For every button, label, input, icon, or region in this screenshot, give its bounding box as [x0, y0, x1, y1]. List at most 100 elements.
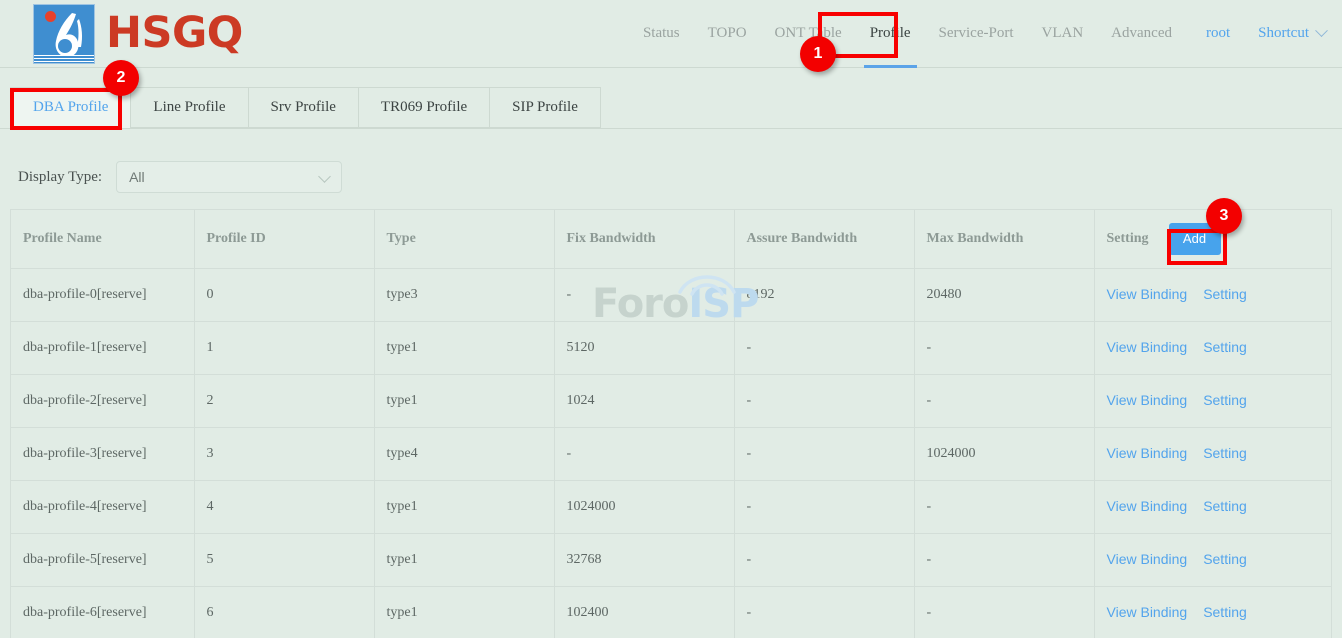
cell-fix-bandwidth: -	[554, 268, 734, 321]
setting-link[interactable]: Setting	[1203, 498, 1247, 514]
nav-item-ont-table[interactable]: ONT Table	[775, 0, 842, 68]
cell-assure-bandwidth: -	[734, 321, 914, 374]
cell-fix-bandwidth: 5120	[554, 321, 734, 374]
cell-fix-bandwidth: 102400	[554, 586, 734, 638]
dba-profile-table: Profile Name Profile ID Type Fix Bandwid…	[11, 210, 1331, 638]
view-binding-link[interactable]: View Binding	[1107, 339, 1188, 355]
cell-fix-bandwidth: 1024000	[554, 480, 734, 533]
cell-actions: View Binding Setting	[1094, 533, 1331, 586]
cell-actions: View Binding Setting	[1094, 427, 1331, 480]
view-binding-link[interactable]: View Binding	[1107, 604, 1188, 620]
cell-type: type1	[374, 321, 554, 374]
view-binding-link[interactable]: View Binding	[1107, 445, 1188, 461]
table-body: dba-profile-0[reserve]0type3-819220480Vi…	[11, 268, 1331, 638]
table-row: dba-profile-1[reserve]1type15120--View B…	[11, 321, 1331, 374]
cell-actions: View Binding Setting	[1094, 321, 1331, 374]
display-type-label: Display Type:	[18, 169, 102, 186]
cell-profile-id: 1	[194, 321, 374, 374]
cell-max-bandwidth: -	[914, 321, 1094, 374]
setting-link[interactable]: Setting	[1203, 339, 1247, 355]
brand[interactable]: HSGQ	[33, 4, 243, 64]
table-row: dba-profile-5[reserve]5type132768--View …	[11, 533, 1331, 586]
cell-max-bandwidth: 20480	[914, 268, 1094, 321]
sub-tab-dba-profile[interactable]: DBA Profile	[10, 87, 130, 128]
col-header-setting-label: Setting	[1107, 231, 1149, 247]
nav-item-service-port[interactable]: Service-Port	[939, 0, 1014, 68]
cell-assure-bandwidth: -	[734, 480, 914, 533]
display-type-select[interactable]: All	[116, 161, 342, 193]
cell-type: type1	[374, 586, 554, 638]
cell-profile-name: dba-profile-1[reserve]	[11, 321, 194, 374]
cell-assure-bandwidth: -	[734, 533, 914, 586]
nav-item-advanced[interactable]: Advanced	[1111, 0, 1172, 68]
table-row: dba-profile-4[reserve]4type11024000--Vie…	[11, 480, 1331, 533]
cell-assure-bandwidth: -	[734, 586, 914, 638]
cell-max-bandwidth: -	[914, 480, 1094, 533]
cell-assure-bandwidth: -	[734, 374, 914, 427]
col-header-max-bandwidth: Max Bandwidth	[914, 210, 1094, 268]
nav-item-topo[interactable]: TOPO	[708, 0, 747, 68]
nav-shortcut-menu[interactable]: Shortcut	[1258, 0, 1326, 68]
cell-fix-bandwidth: 32768	[554, 533, 734, 586]
nav-item-vlan[interactable]: VLAN	[1042, 0, 1084, 68]
sub-tab-line-profile[interactable]: Line Profile	[130, 87, 247, 128]
cell-profile-name: dba-profile-4[reserve]	[11, 480, 194, 533]
cell-actions: View Binding Setting	[1094, 268, 1331, 321]
col-header-setting: Setting Add	[1094, 210, 1331, 268]
cell-profile-id: 2	[194, 374, 374, 427]
cell-max-bandwidth: 1024000	[914, 427, 1094, 480]
col-header-profile-id: Profile ID	[194, 210, 374, 268]
nav-user-root[interactable]: root	[1206, 0, 1230, 68]
filter-row: Display Type: All	[0, 129, 1342, 201]
view-binding-link[interactable]: View Binding	[1107, 551, 1188, 567]
cell-type: type1	[374, 533, 554, 586]
col-header-assure-bandwidth: Assure Bandwidth	[734, 210, 914, 268]
cell-profile-id: 0	[194, 268, 374, 321]
nav-item-profile[interactable]: Profile	[870, 0, 911, 68]
table-header: Profile Name Profile ID Type Fix Bandwid…	[11, 210, 1331, 268]
table-row: dba-profile-3[reserve]3type4--1024000Vie…	[11, 427, 1331, 480]
col-header-type: Type	[374, 210, 554, 268]
table-row: dba-profile-2[reserve]2type11024--View B…	[11, 374, 1331, 427]
sub-tab-srv-profile[interactable]: Srv Profile	[248, 87, 358, 128]
cell-profile-id: 3	[194, 427, 374, 480]
view-binding-link[interactable]: View Binding	[1107, 498, 1188, 514]
setting-link[interactable]: Setting	[1203, 445, 1247, 461]
add-button[interactable]: Add	[1169, 223, 1221, 255]
brand-name: HSGQ	[106, 12, 243, 55]
col-header-profile-name: Profile Name	[11, 210, 194, 268]
view-binding-link[interactable]: View Binding	[1107, 286, 1188, 302]
cell-profile-name: dba-profile-0[reserve]	[11, 268, 194, 321]
setting-link[interactable]: Setting	[1203, 604, 1247, 620]
cell-fix-bandwidth: 1024	[554, 374, 734, 427]
cell-fix-bandwidth: -	[554, 427, 734, 480]
cell-actions: View Binding Setting	[1094, 586, 1331, 638]
cell-profile-id: 4	[194, 480, 374, 533]
cell-type: type1	[374, 480, 554, 533]
logo-dot-icon	[45, 11, 56, 22]
nav-item-status[interactable]: Status	[643, 0, 680, 68]
hsgq-logo-icon	[33, 4, 95, 64]
cell-actions: View Binding Setting	[1094, 480, 1331, 533]
chevron-down-icon	[318, 170, 331, 183]
sub-tab-tr069-profile[interactable]: TR069 Profile	[358, 87, 489, 128]
sub-tab-bar: DBA Profile Line Profile Srv Profile TR0…	[0, 68, 1342, 129]
page-root: HSGQ Status TOPO ONT Table Profile Servi…	[0, 0, 1342, 638]
cell-type: type3	[374, 268, 554, 321]
dba-profile-table-wrapper: Profile Name Profile ID Type Fix Bandwid…	[10, 209, 1332, 638]
table-row: dba-profile-0[reserve]0type3-819220480Vi…	[11, 268, 1331, 321]
setting-link[interactable]: Setting	[1203, 392, 1247, 408]
cell-type: type1	[374, 374, 554, 427]
setting-link[interactable]: Setting	[1203, 551, 1247, 567]
cell-assure-bandwidth: -	[734, 427, 914, 480]
cell-actions: View Binding Setting	[1094, 374, 1331, 427]
cell-profile-id: 5	[194, 533, 374, 586]
logo-stripes-icon	[34, 55, 94, 63]
cell-type: type4	[374, 427, 554, 480]
view-binding-link[interactable]: View Binding	[1107, 392, 1188, 408]
setting-link[interactable]: Setting	[1203, 286, 1247, 302]
cell-profile-id: 6	[194, 586, 374, 638]
sub-tab-sip-profile[interactable]: SIP Profile	[489, 87, 601, 128]
col-header-fix-bandwidth: Fix Bandwidth	[554, 210, 734, 268]
cell-profile-name: dba-profile-6[reserve]	[11, 586, 194, 638]
